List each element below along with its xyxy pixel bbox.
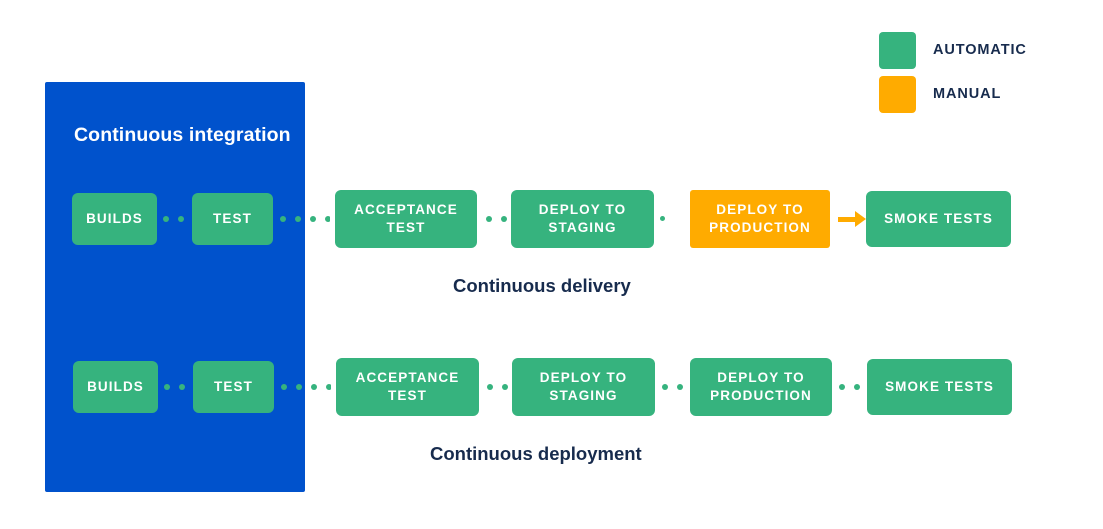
stage-acceptance-test-delivery[interactable]: ACCEPTANCE TEST (335, 190, 477, 248)
stage-builds-delivery[interactable]: BUILDS (72, 193, 157, 245)
caption-continuous-deployment: Continuous deployment (430, 443, 642, 464)
legend: AUTOMATIC MANUAL (879, 31, 1027, 113)
connector-staging-production-deployment (662, 383, 688, 390)
automatic-swatch-icon (879, 31, 916, 69)
legend-item-manual: MANUAL (879, 75, 1027, 113)
connector-acceptance-staging-deployment (487, 383, 513, 390)
legend-item-automatic: AUTOMATIC (879, 31, 1027, 69)
stage-acceptance-test-deployment[interactable]: ACCEPTANCE TEST (336, 358, 479, 416)
stage-deploy-to-production-deployment[interactable]: DEPLOY TO PRODUCTION (690, 358, 832, 416)
connector-acceptance-staging-delivery (486, 215, 512, 222)
legend-label-automatic: AUTOMATIC (933, 42, 1027, 58)
legend-label-manual: MANUAL (933, 86, 1002, 102)
stage-builds-deployment[interactable]: BUILDS (73, 361, 158, 413)
continuous-integration-title: Continuous integration (74, 124, 291, 146)
stage-smoke-tests-deployment[interactable]: SMOKE TESTS (867, 359, 1012, 415)
caption-continuous-delivery: Continuous delivery (453, 275, 631, 296)
stage-smoke-tests-delivery[interactable]: SMOKE TESTS (866, 191, 1011, 247)
connector-staging-production-delivery (660, 212, 674, 225)
stage-test-delivery[interactable]: TEST (192, 193, 273, 245)
arrow-production-smoke-tests-icon (838, 211, 866, 227)
connector-production-smoke-tests-deployment (839, 383, 865, 390)
connector-test-acceptance-delivery (280, 215, 330, 222)
stage-deploy-to-production-delivery[interactable]: DEPLOY TO PRODUCTION (690, 190, 830, 248)
stage-deploy-to-staging-delivery[interactable]: DEPLOY TO STAGING (511, 190, 654, 248)
stage-test-deployment[interactable]: TEST (193, 361, 274, 413)
stage-deploy-to-staging-deployment[interactable]: DEPLOY TO STAGING (512, 358, 655, 416)
diagram-canvas: Continuous integration AUTOMATIC MANUAL … (0, 0, 1103, 529)
connector-test-acceptance-deployment (281, 383, 331, 390)
manual-swatch-icon (879, 75, 916, 113)
